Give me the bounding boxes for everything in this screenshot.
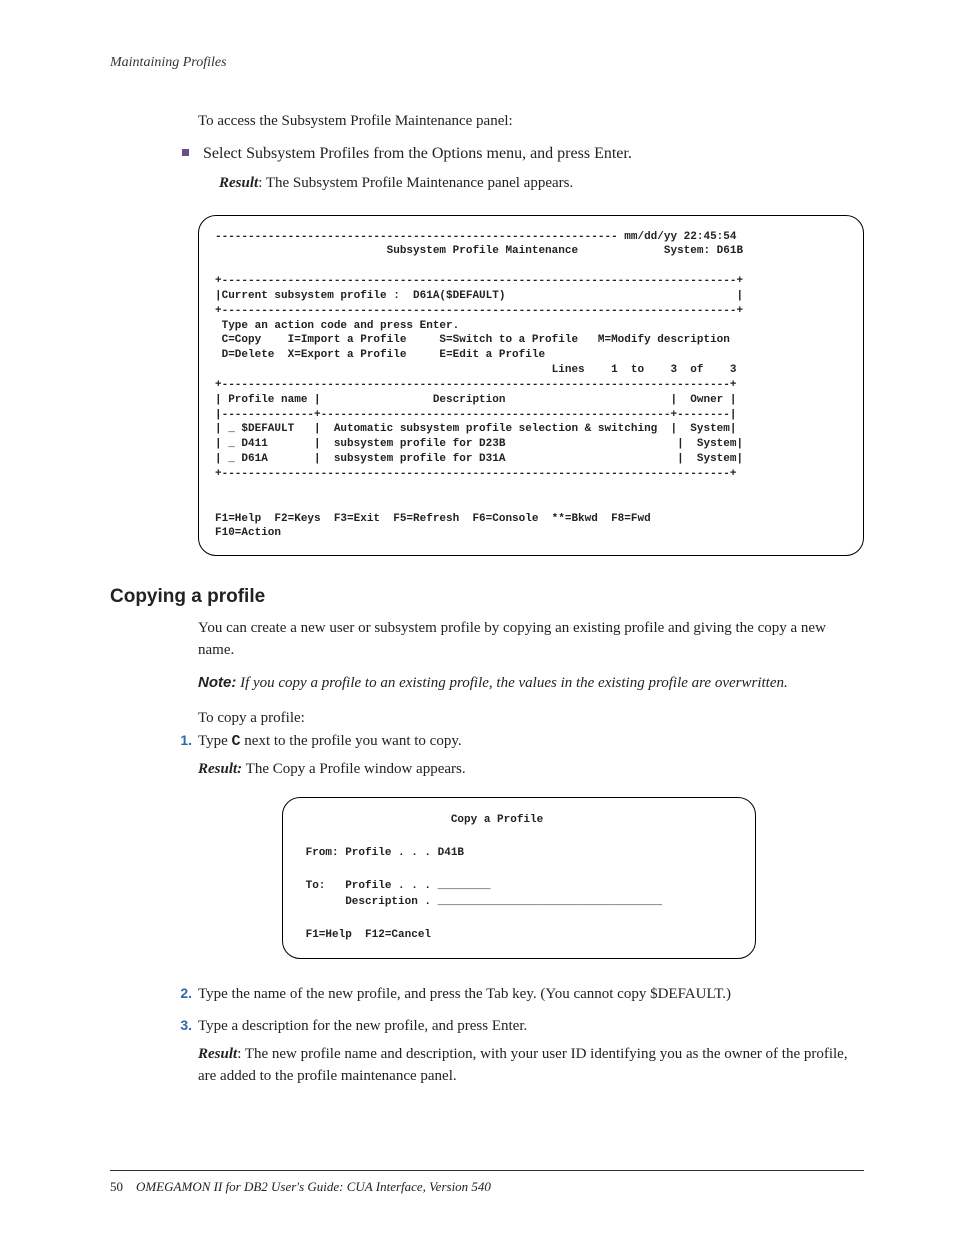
steps-list: 1. Type C next to the profile you want to…	[172, 730, 864, 1088]
result-line: Result: The Subsystem Profile Maintenanc…	[219, 173, 864, 195]
step-3: 3. Type a description for the new profile…	[172, 1015, 864, 1087]
step-number: 3.	[172, 1015, 192, 1035]
terminal-panel-subsystem-profile: ----------------------------------------…	[198, 215, 864, 557]
bullet-text: Select Subsystem Profiles from the Optio…	[203, 145, 632, 162]
step-1-code: C	[232, 733, 241, 750]
result-text: The Copy a Profile window appears.	[242, 761, 465, 777]
page-number: 50	[110, 1179, 123, 1194]
step-2: 2. Type the name of the new profile, and …	[172, 983, 864, 1006]
step-3-text: Type a description for the new profile, …	[198, 1018, 527, 1034]
footer-title: OMEGAMON II for DB2 User's Guide: CUA In…	[136, 1179, 491, 1194]
note-block: Note: If you copy a profile to an existi…	[198, 672, 864, 695]
section-heading-copying: Copying a profile	[110, 586, 864, 608]
step-number: 1.	[172, 730, 192, 750]
bullet-item: Select Subsystem Profiles from the Optio…	[182, 145, 864, 163]
result-label: Result	[198, 1046, 237, 1062]
section-paragraph-1: You can create a new user or subsystem p…	[198, 618, 864, 662]
step-number: 2.	[172, 983, 192, 1003]
result-text: : The new profile name and description, …	[198, 1046, 848, 1084]
step-1-result: Result: The Copy a Profile window appear…	[198, 759, 864, 781]
bullet-list: Select Subsystem Profiles from the Optio…	[182, 145, 864, 163]
result-text: : The Subsystem Profile Maintenance pane…	[258, 175, 573, 191]
result-label: Result	[219, 175, 258, 191]
step-3-result: Result: The new profile name and descrip…	[198, 1044, 864, 1088]
note-body: If you copy a profile to an existing pro…	[240, 675, 788, 691]
step-1-text-b: next to the profile you want to copy.	[241, 733, 462, 749]
intro-line: To access the Subsystem Profile Maintena…	[198, 111, 864, 133]
result-label: Result:	[198, 761, 242, 777]
terminal-panel-copy-profile: Copy a Profile From: Profile . . . D41B …	[282, 797, 756, 959]
step-1: 1. Type C next to the profile you want to…	[172, 730, 864, 959]
note-label: Note:	[198, 674, 236, 691]
step-2-text: Type the name of the new profile, and pr…	[198, 986, 731, 1002]
running-header: Maintaining Profiles	[110, 55, 864, 71]
section-paragraph-2: To copy a profile:	[198, 708, 864, 730]
step-1-text-a: Type	[198, 733, 232, 749]
page-footer: 50 OMEGAMON II for DB2 User's Guide: CUA…	[110, 1170, 864, 1195]
